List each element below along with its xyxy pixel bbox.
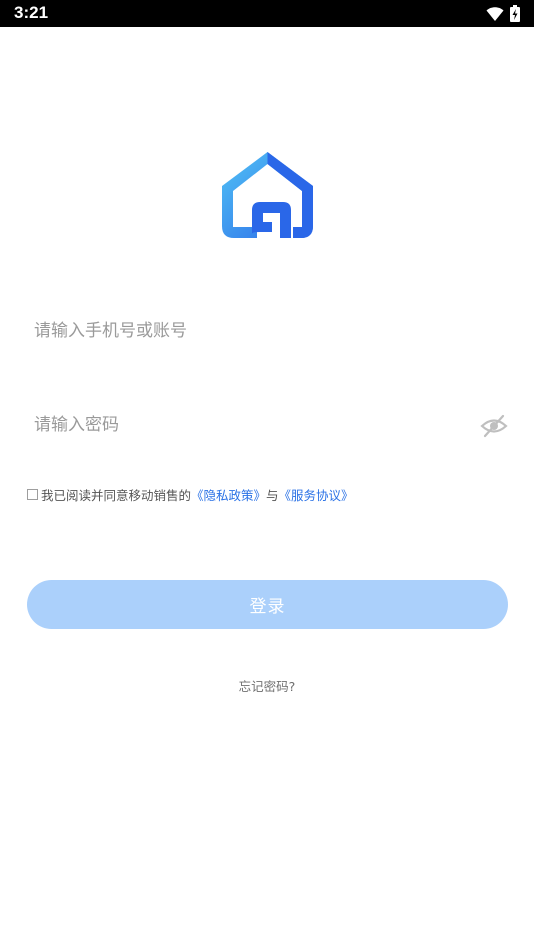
agreement-conjunction: 与 (266, 487, 279, 503)
eye-off-icon (480, 414, 508, 438)
agreement-checkbox[interactable] (27, 488, 38, 500)
password-input[interactable] (34, 405, 508, 445)
status-time: 3:21 (14, 3, 49, 22)
login-screen: 3:21 请输入手机号或账号 我已阅读并同意移动销售的 《隐私政策》 与 《服务… (0, 0, 534, 950)
agreement-row: 我已阅读并同意移动销售的 《隐私政策》 与 《服务协议》 (27, 485, 354, 503)
privacy-policy-link[interactable]: 《隐私政策》 (191, 485, 266, 504)
login-button[interactable]: 登录 (27, 580, 508, 629)
status-bar: 3:21 (0, 0, 534, 27)
status-icons (486, 4, 520, 23)
wifi-icon (486, 6, 504, 21)
account-input[interactable] (34, 311, 508, 351)
forgot-password-link[interactable]: 忘记密码? (0, 676, 534, 695)
account-field (34, 311, 508, 351)
password-field (34, 405, 508, 445)
house-logo-icon (222, 152, 313, 238)
service-agreement-link[interactable]: 《服务协议》 (279, 485, 354, 504)
agreement-text: 我已阅读并同意移动销售的 (41, 487, 192, 503)
toggle-password-visibility-button[interactable] (480, 413, 508, 439)
battery-charging-icon (510, 5, 520, 22)
